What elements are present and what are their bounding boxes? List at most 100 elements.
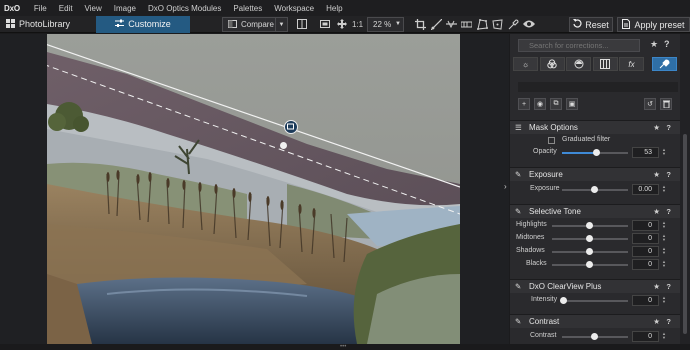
intensity-slider-track[interactable]: [562, 300, 628, 302]
intensity-value[interactable]: 0: [632, 295, 659, 306]
favorite-icon[interactable]: ★: [653, 207, 660, 216]
favorite-icon[interactable]: ★: [653, 170, 660, 179]
menu-workspace[interactable]: Workspace: [274, 4, 314, 13]
exposure-value[interactable]: 0.00: [632, 184, 659, 195]
menu-edit[interactable]: Edit: [59, 4, 73, 13]
favorite-icon[interactable]: ★: [653, 317, 660, 326]
show-mask-icon[interactable]: ◉: [534, 98, 546, 110]
exposure-stepper[interactable]: ▲ ▼: [662, 185, 666, 193]
eyedropper-icon[interactable]: [508, 19, 519, 30]
help-icon[interactable]: ?: [664, 39, 670, 49]
shadows-slider-knob[interactable]: [586, 248, 593, 255]
duplicate-mask-icon[interactable]: ⧉: [550, 98, 562, 110]
eye-icon[interactable]: [523, 19, 535, 29]
selective-tone-header[interactable]: ✎ Selective Tone ★ ?: [510, 204, 680, 218]
apply-preset-label: Apply preset: [634, 19, 685, 30]
mask-options-icon[interactable]: ▣: [566, 98, 578, 110]
help-icon[interactable]: ?: [666, 123, 671, 132]
opacity-slider-knob[interactable]: [593, 149, 600, 156]
shadows-stepper[interactable]: ▲ ▼: [662, 247, 666, 255]
mask-tools-bar: + ◉ ⧉ ▣ ↺: [514, 98, 677, 112]
graduated-filter-center-point[interactable]: [280, 142, 287, 149]
menu-palettes[interactable]: Palettes: [233, 4, 262, 13]
mask-selector[interactable]: [518, 82, 678, 92]
reset-button[interactable]: Reset: [569, 17, 613, 32]
opacity-slider-fill: [562, 152, 597, 154]
blacks-stepper[interactable]: ▲ ▼: [662, 260, 666, 268]
scrollbar-thumb[interactable]: [683, 134, 687, 334]
graduated-filter-checkbox[interactable]: [548, 137, 555, 144]
blacks-slider-knob[interactable]: [586, 261, 593, 268]
intensity-stepper[interactable]: ▲ ▼: [662, 296, 666, 304]
volume-deformation-icon[interactable]: [492, 19, 503, 30]
graduated-filter-handle[interactable]: [284, 120, 298, 134]
mask-options-header[interactable]: ☰ Mask Options ★ ?: [510, 120, 680, 134]
straighten-icon[interactable]: [431, 19, 442, 30]
search-corrections-input[interactable]: [518, 39, 640, 52]
menu-image[interactable]: Image: [114, 4, 136, 13]
tab-photolibrary[interactable]: PhotoLibrary: [0, 16, 96, 33]
chevron-down-icon[interactable]: ▼: [275, 18, 287, 31]
tab-customize[interactable]: Customize: [96, 15, 190, 33]
shadows-value[interactable]: 0: [632, 246, 659, 257]
favorite-icon[interactable]: ★: [650, 39, 658, 50]
midtones-value[interactable]: 0: [632, 233, 659, 244]
help-icon[interactable]: ?: [666, 317, 671, 326]
light-icon[interactable]: ☼: [513, 57, 538, 71]
opacity-label: Opacity: [533, 148, 557, 155]
undo-icon[interactable]: ↺: [644, 98, 656, 110]
midtones-stepper[interactable]: ▲ ▼: [662, 234, 666, 242]
split-view-icon[interactable]: [297, 19, 307, 29]
intensity-slider-knob[interactable]: [560, 297, 567, 304]
blacks-value[interactable]: 0: [632, 259, 659, 270]
contrast-value[interactable]: 0: [632, 331, 659, 342]
menu-help[interactable]: Help: [326, 4, 342, 13]
menu-file[interactable]: File: [34, 4, 47, 13]
contrast-header[interactable]: ✎ Contrast ★ ?: [510, 314, 680, 328]
clearview-header[interactable]: ✎ DxO ClearView Plus ★ ?: [510, 279, 680, 293]
color-icon[interactable]: [539, 57, 565, 71]
exposure-label: Exposure: [530, 185, 560, 192]
menu-dxo-optics-modules[interactable]: DxO Optics Modules: [148, 4, 221, 13]
menu-view[interactable]: View: [85, 4, 102, 13]
highlights-slider-knob[interactable]: [586, 222, 593, 229]
opacity-value[interactable]: 53: [632, 147, 659, 158]
delete-mask-icon[interactable]: [660, 98, 672, 110]
help-icon[interactable]: ?: [666, 282, 671, 291]
repair-icon[interactable]: [461, 19, 472, 30]
zoom-1to1-button[interactable]: 1:1: [352, 20, 363, 29]
help-icon[interactable]: ?: [666, 207, 671, 216]
favorite-icon[interactable]: ★: [653, 123, 660, 132]
contrast-slider-knob[interactable]: [591, 333, 598, 340]
detail-icon[interactable]: [566, 57, 591, 71]
horizon-icon[interactable]: [446, 19, 457, 30]
move-icon[interactable]: [337, 19, 347, 29]
grid-icon: [6, 18, 15, 30]
panel-scrollbar[interactable]: [680, 34, 690, 344]
shadows-label: Shadows: [516, 247, 545, 254]
highlights-value[interactable]: 0: [632, 220, 659, 231]
photo-preview[interactable]: [47, 34, 460, 344]
image-viewer[interactable]: ›: [0, 34, 509, 344]
effects-icon[interactable]: fx: [619, 57, 644, 71]
favorite-icon[interactable]: ★: [653, 282, 660, 291]
apply-preset-button[interactable]: Apply preset: [617, 17, 690, 32]
grip-icon[interactable]: •••: [340, 344, 346, 350]
add-mask-icon[interactable]: +: [518, 98, 530, 110]
midtones-slider-knob[interactable]: [586, 235, 593, 242]
perspective-icon[interactable]: [477, 19, 488, 30]
compare-button[interactable]: Compare ▼: [222, 17, 288, 32]
filmstrip-toggle-bar[interactable]: •••: [0, 344, 690, 350]
fit-to-screen-icon[interactable]: [320, 19, 330, 29]
highlights-stepper[interactable]: ▲ ▼: [662, 221, 666, 229]
help-icon[interactable]: ?: [666, 170, 671, 179]
panel-collapse-arrow[interactable]: ›: [504, 182, 507, 191]
crop-icon[interactable]: [415, 19, 426, 30]
exposure-header[interactable]: ✎ Exposure ★ ?: [510, 167, 680, 181]
exposure-slider-knob[interactable]: [591, 186, 598, 193]
contrast-stepper[interactable]: ▲ ▼: [662, 332, 666, 340]
opacity-stepper[interactable]: ▲ ▼: [662, 148, 666, 156]
zoom-select[interactable]: 22 % ▼: [367, 17, 404, 32]
local-adjustments-icon[interactable]: [651, 57, 677, 71]
geometry-icon[interactable]: [592, 57, 618, 71]
